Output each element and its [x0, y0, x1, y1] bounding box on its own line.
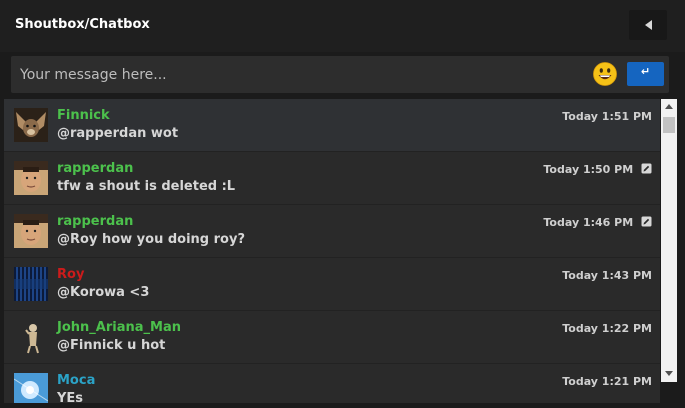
- author-name[interactable]: Roy: [57, 267, 84, 282]
- message-timestamp: Today 1:50 PM: [543, 163, 652, 176]
- avatar[interactable]: [14, 108, 48, 142]
- message-text: @Finnick u hot: [57, 338, 166, 353]
- edit-icon[interactable]: [641, 216, 652, 227]
- message-text: @rapperdan wot: [57, 126, 179, 141]
- smiley-icon[interactable]: [593, 62, 617, 86]
- timestamp-text: Today 1:43 PM: [562, 269, 652, 282]
- message-timestamp: Today 1:51 PM: [562, 110, 652, 123]
- message-row: rapperdan @Roy how you doing roy? Today …: [4, 205, 660, 258]
- message-row: Roy @Korowa <3 Today 1:43 PM: [4, 258, 660, 311]
- message-composer: ↵: [11, 56, 669, 93]
- message-timestamp: Today 1:21 PM: [562, 375, 652, 388]
- scrollbar-thumb[interactable]: [663, 117, 675, 133]
- caret-left-icon: [645, 20, 652, 30]
- scroll-down-arrow-icon[interactable]: [665, 371, 673, 376]
- message-row: Finnick @rapperdan wot Today 1:51 PM: [4, 99, 660, 152]
- message-text: @Roy how you doing roy?: [57, 232, 245, 247]
- enter-arrow-icon: ↵: [640, 65, 651, 78]
- message-list: Finnick @rapperdan wot Today 1:51 PM rap…: [4, 99, 660, 403]
- scroll-up-arrow-icon[interactable]: [665, 104, 673, 109]
- send-button[interactable]: ↵: [627, 62, 664, 86]
- avatar[interactable]: [14, 320, 48, 354]
- shoutbox-header: Shoutbox/Chatbox: [0, 0, 685, 52]
- timestamp-text: Today 1:51 PM: [562, 110, 652, 123]
- message-input[interactable]: [11, 56, 581, 93]
- message-timestamp: Today 1:22 PM: [562, 322, 652, 335]
- author-name[interactable]: Moca: [57, 373, 95, 388]
- message-timestamp: Today 1:43 PM: [562, 269, 652, 282]
- collapse-button[interactable]: [629, 10, 667, 40]
- timestamp-text: Today 1:50 PM: [543, 163, 634, 176]
- author-name[interactable]: rapperdan: [57, 214, 133, 229]
- avatar[interactable]: [14, 161, 48, 195]
- message-text: @Korowa <3: [57, 285, 150, 300]
- message-text: YEs: [57, 391, 84, 403]
- message-row: Moca YEs Today 1:21 PM: [4, 364, 660, 403]
- message-row: John_Ariana_Man @Finnick u hot Today 1:2…: [4, 311, 660, 364]
- author-name[interactable]: John_Ariana_Man: [57, 320, 181, 335]
- message-timestamp: Today 1:46 PM: [543, 216, 652, 229]
- avatar[interactable]: [14, 373, 48, 403]
- edit-icon[interactable]: [641, 163, 652, 174]
- message-list-scrollbar[interactable]: [661, 99, 677, 382]
- author-name[interactable]: Finnick: [57, 108, 110, 123]
- message-text: tfw a shout is deleted :L: [57, 179, 236, 194]
- author-name[interactable]: rapperdan: [57, 161, 133, 176]
- timestamp-text: Today 1:21 PM: [562, 375, 652, 388]
- message-row: rapperdan tfw a shout is deleted :L Toda…: [4, 152, 660, 205]
- timestamp-text: Today 1:22 PM: [562, 322, 652, 335]
- avatar[interactable]: [14, 214, 48, 248]
- shoutbox-title: Shoutbox/Chatbox: [15, 17, 150, 32]
- avatar[interactable]: [14, 267, 48, 301]
- timestamp-text: Today 1:46 PM: [543, 216, 634, 229]
